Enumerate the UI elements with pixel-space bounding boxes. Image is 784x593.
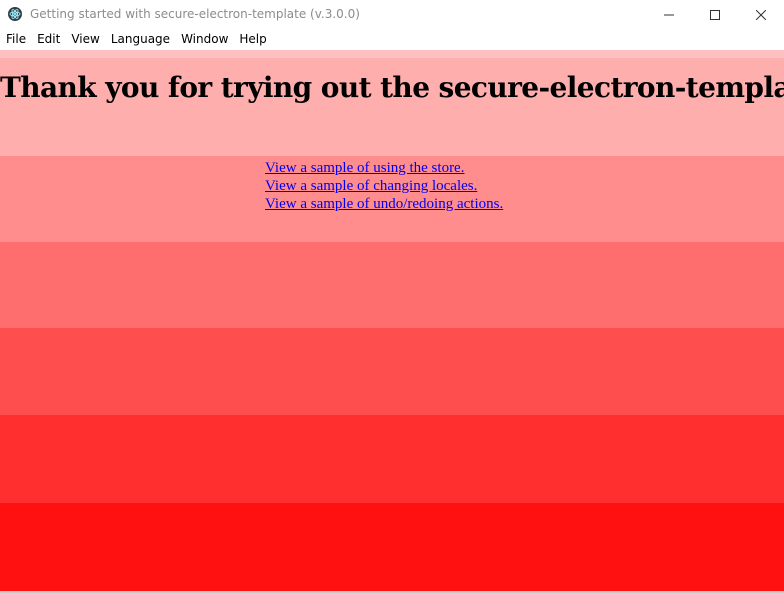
band-3 bbox=[0, 242, 784, 328]
app-window: Getting started with secure-electron-tem… bbox=[0, 0, 784, 593]
close-icon bbox=[756, 9, 766, 20]
electron-icon bbox=[8, 7, 22, 21]
menu-help[interactable]: Help bbox=[233, 29, 271, 50]
sample-links: View a sample of using the store. View a… bbox=[265, 159, 503, 213]
band-4 bbox=[0, 328, 784, 415]
menu-file[interactable]: File bbox=[0, 29, 31, 50]
main-content: Thank you for trying out the secure-elec… bbox=[0, 50, 784, 593]
store-sample-link[interactable]: View a sample of using the store. bbox=[265, 159, 503, 177]
maximize-button[interactable] bbox=[692, 0, 738, 29]
window-title: Getting started with secure-electron-tem… bbox=[30, 7, 360, 21]
close-button[interactable] bbox=[738, 0, 784, 29]
page-heading: Thank you for trying out the secure-elec… bbox=[0, 71, 784, 104]
locales-sample-link[interactable]: View a sample of changing locales. bbox=[265, 177, 503, 195]
minimize-icon bbox=[664, 14, 674, 15]
undo-redo-sample-link[interactable]: View a sample of undo/redoing actions. bbox=[265, 195, 503, 213]
menu-window[interactable]: Window bbox=[175, 29, 233, 50]
band-5 bbox=[0, 415, 784, 503]
band-6 bbox=[0, 503, 784, 593]
maximize-icon bbox=[710, 9, 720, 20]
menu-view[interactable]: View bbox=[65, 29, 104, 50]
menu-edit[interactable]: Edit bbox=[31, 29, 65, 50]
menu-bar: File Edit View Language Window Help bbox=[0, 29, 784, 50]
band-1-top-strip bbox=[0, 50, 784, 58]
menu-language[interactable]: Language bbox=[105, 29, 175, 50]
title-bar[interactable]: Getting started with secure-electron-tem… bbox=[0, 0, 784, 29]
minimize-button[interactable] bbox=[646, 0, 692, 29]
